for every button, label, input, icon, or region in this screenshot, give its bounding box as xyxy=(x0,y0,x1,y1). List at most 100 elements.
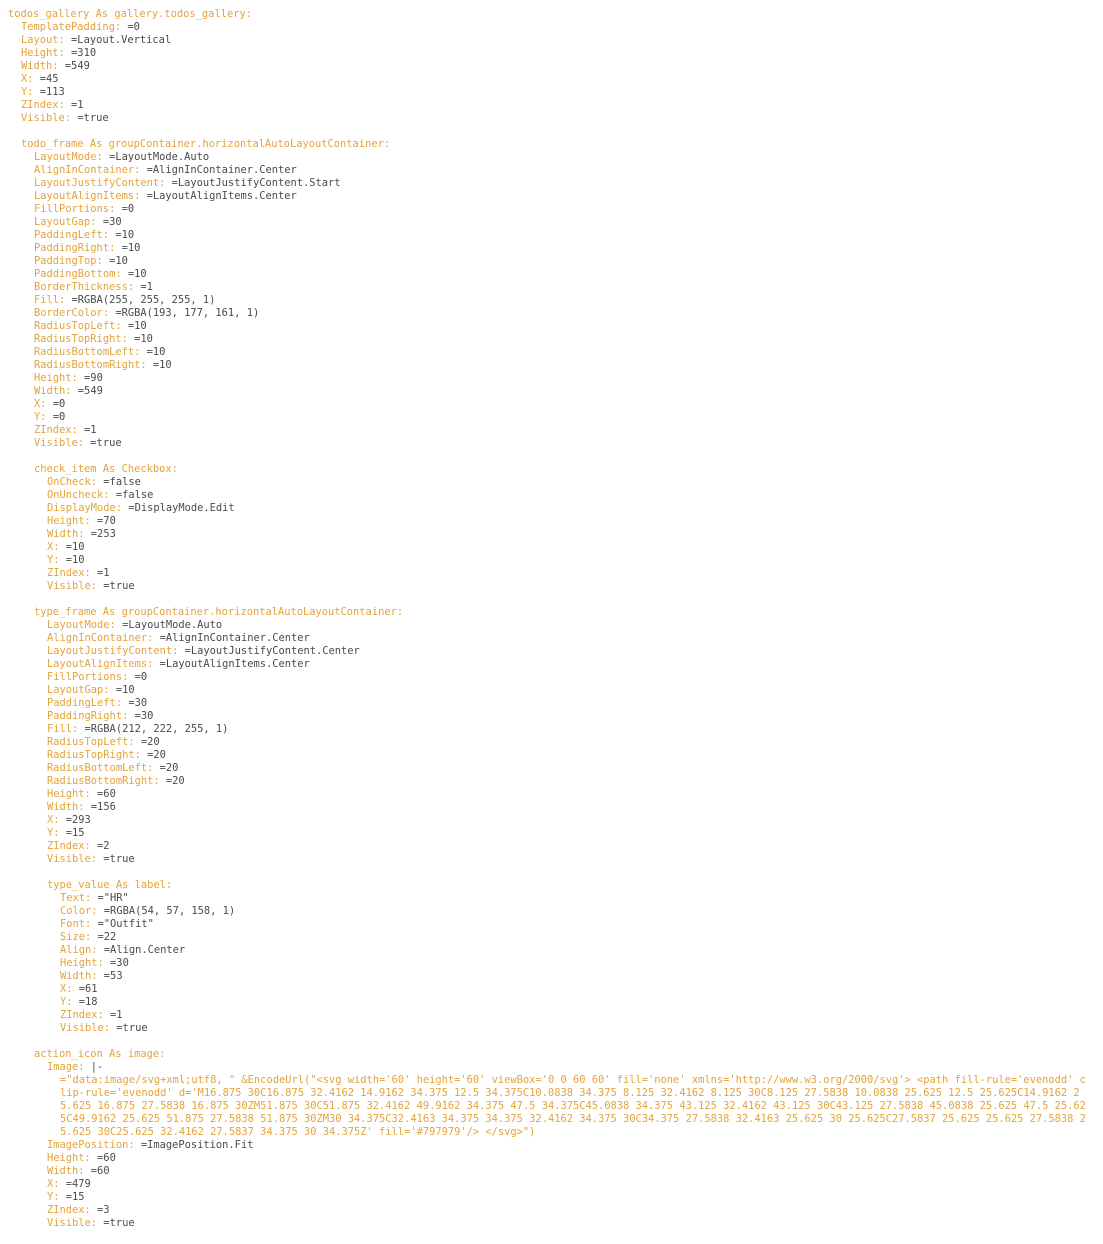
code-key: ZIndex: xyxy=(47,567,91,579)
code-line: BorderColor: =RGBA(193, 177, 161, 1) xyxy=(8,307,1103,320)
code-key: RadiusBottomRight: xyxy=(47,775,160,787)
code-key: PaddingRight: xyxy=(47,710,129,722)
code-value: =70 xyxy=(90,515,116,527)
code-key: Width: xyxy=(47,528,85,540)
code-value: =18 xyxy=(72,996,98,1008)
code-line: Visible: =true xyxy=(8,1217,1103,1230)
code-value: =false xyxy=(109,489,154,501)
code-line: LayoutGap: =10 xyxy=(8,684,1103,697)
code-line: X: =61 xyxy=(8,983,1103,996)
code-key: PaddingRight: xyxy=(34,242,116,254)
code-key: RadiusBottomRight: xyxy=(34,359,147,371)
code-key: RadiusBottomLeft: xyxy=(34,346,141,358)
code-key: PaddingTop: xyxy=(34,255,103,267)
code-value: =RGBA(193, 177, 161, 1) xyxy=(109,307,260,319)
code-value: =20 xyxy=(134,736,160,748)
code-key: X: xyxy=(47,1178,60,1190)
code-line: Y: =10 xyxy=(8,554,1103,567)
code-line: LayoutMode: =LayoutMode.Auto xyxy=(8,619,1103,632)
code-value: =3 xyxy=(90,1204,110,1216)
code-key: Width: xyxy=(47,801,85,813)
code-value: =Align.Center xyxy=(97,944,186,956)
code-key: PaddingBottom: xyxy=(34,268,122,280)
code-key: X: xyxy=(47,541,60,553)
code-key: ZIndex: xyxy=(21,99,65,111)
code-value: =1 xyxy=(134,281,153,293)
code-value: =true xyxy=(71,112,109,124)
code-key: type_value As label: xyxy=(47,879,173,891)
code-key: Height: xyxy=(60,957,104,969)
code-line: X: =45 xyxy=(8,73,1103,86)
code-line: Width: =60 xyxy=(8,1165,1103,1178)
code-line: RadiusTopLeft: =10 xyxy=(8,320,1103,333)
code-key: ImagePosition: xyxy=(47,1139,135,1151)
code-value: =90 xyxy=(77,372,103,384)
code-value: =45 xyxy=(33,73,59,85)
code-key: Color: xyxy=(60,905,98,917)
code-value: =0 xyxy=(46,398,66,410)
code-line: todos_gallery As gallery.todos_gallery: xyxy=(8,8,1103,21)
code-line: BorderThickness: =1 xyxy=(8,281,1103,294)
code-line: action_icon As image: xyxy=(8,1048,1103,1061)
code-line: LayoutJustifyContent: =LayoutJustifyCont… xyxy=(8,177,1103,190)
code-value: =10 xyxy=(121,320,147,332)
code-line: RadiusBottomRight: =20 xyxy=(8,775,1103,788)
code-line: ZIndex: =1 xyxy=(8,567,1103,580)
code-value: =LayoutJustifyContent.Center xyxy=(178,645,360,657)
code-key: action_icon As image: xyxy=(34,1048,166,1060)
code-key: Height: xyxy=(47,515,91,527)
code-line: RadiusBottomRight: =10 xyxy=(8,359,1103,372)
code-line: todo_frame As groupContainer.horizontalA… xyxy=(8,138,1103,151)
code-key: Width: xyxy=(60,970,98,982)
code-line: ImagePosition: =ImagePosition.Fit xyxy=(8,1139,1103,1152)
code-value: =RGBA(54, 57, 158, 1) xyxy=(97,905,236,917)
code-value: =10 xyxy=(59,554,85,566)
code-key: Fill: xyxy=(47,723,79,735)
code-line: Width: =549 xyxy=(8,385,1103,398)
code-key: AlignInContainer: xyxy=(34,164,141,176)
code-value: =310 xyxy=(64,47,97,59)
code-line: Fill: =RGBA(212, 222, 255, 1) xyxy=(8,723,1103,736)
code-value: =AlignInContainer.Center xyxy=(153,632,310,644)
code-line: X: =10 xyxy=(8,541,1103,554)
code-value: =true xyxy=(97,853,135,865)
code-value: =0 xyxy=(115,203,135,215)
code-value: =10 xyxy=(109,229,135,241)
code-key: Width: xyxy=(21,60,59,72)
code-line: X: =0 xyxy=(8,398,1103,411)
code-line: RadiusBottomLeft: =10 xyxy=(8,346,1103,359)
code-value: =LayoutJustifyContent.Start xyxy=(165,177,341,189)
code-line: ="data:image/svg+xml;utf8, " &EncodeUrl(… xyxy=(8,1074,1103,1139)
code-value: =60 xyxy=(84,1165,110,1177)
code-line: Visible: =true xyxy=(8,1022,1103,1035)
code-key: X: xyxy=(21,73,34,85)
code-value: ="HR" xyxy=(91,892,129,904)
code-value: =30 xyxy=(128,710,154,722)
code-key: Visible: xyxy=(47,1217,98,1229)
code-key: type_frame As groupContainer.horizontalA… xyxy=(34,606,404,618)
code-key: BorderColor: xyxy=(34,307,110,319)
code-line: LayoutMode: =LayoutMode.Auto xyxy=(8,151,1103,164)
code-value: =53 xyxy=(97,970,123,982)
code-value: =22 xyxy=(91,931,117,943)
code-key: Visible: xyxy=(21,112,72,124)
code-line: OnCheck: =false xyxy=(8,476,1103,489)
code-key: LayoutMode: xyxy=(34,151,103,163)
code-key: Y: xyxy=(47,1191,60,1203)
code-value: =10 xyxy=(102,255,128,267)
code-key: Fill: xyxy=(34,294,66,306)
code-key: AlignInContainer: xyxy=(47,632,154,644)
code-value: =true xyxy=(110,1022,148,1034)
code-key: LayoutJustifyContent: xyxy=(47,645,179,657)
code-line: Visible: =true xyxy=(8,580,1103,593)
code-value: =LayoutAlignItems.Center xyxy=(153,658,310,670)
code-key: PaddingLeft: xyxy=(34,229,110,241)
code-line: Visible: =true xyxy=(8,112,1103,125)
code-line: ZIndex: =1 xyxy=(8,1009,1103,1022)
code-line: Width: =156 xyxy=(8,801,1103,814)
code-key: Y: xyxy=(47,827,60,839)
code-value: =10 xyxy=(59,541,85,553)
code-line: RadiusTopLeft: =20 xyxy=(8,736,1103,749)
code-line: Height: =60 xyxy=(8,1152,1103,1165)
